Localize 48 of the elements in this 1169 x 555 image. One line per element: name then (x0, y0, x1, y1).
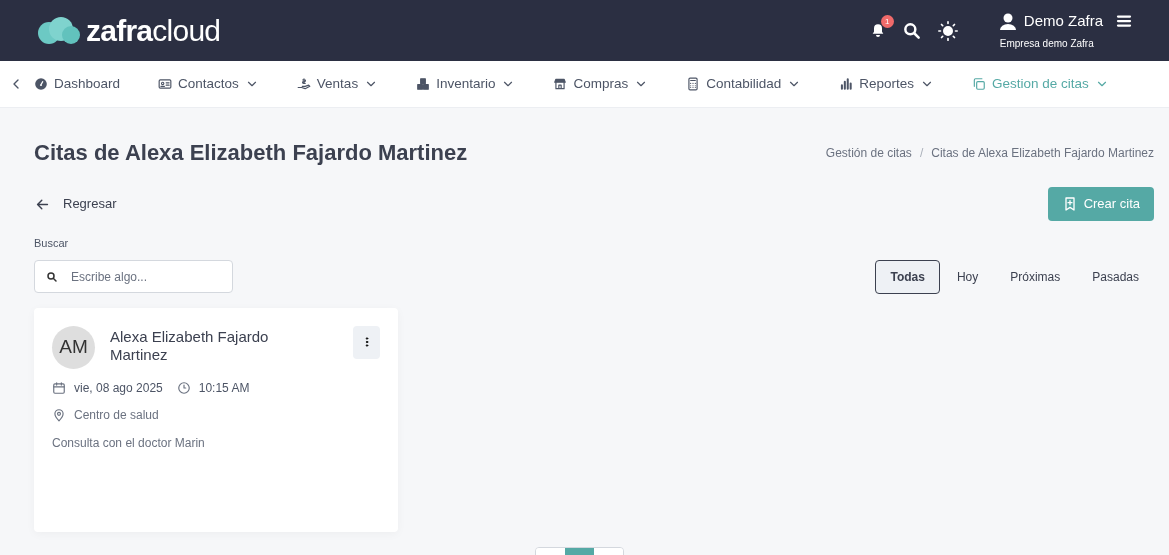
nav-item[interactable]: Contactos (158, 73, 259, 95)
back-button[interactable]: Regresar (34, 194, 117, 214)
user-name[interactable]: Demo Zafra (1023, 9, 1103, 33)
menu-icon (1115, 12, 1133, 30)
company-name: Empresa demo Zafra (999, 37, 1095, 52)
appointment-date: vie, 08 ago 2025 (74, 379, 163, 397)
copy-icon (972, 77, 987, 91)
search-icon (901, 20, 922, 41)
search-icon (46, 271, 58, 283)
location-pin-icon (52, 407, 66, 422)
nav-item[interactable]: Dashboard (34, 73, 121, 95)
nav-item[interactable]: Inventario (416, 73, 516, 95)
breadcrumb-separator: / (919, 144, 924, 162)
nav-item[interactable]: Contabilidad (686, 73, 802, 95)
hand-coin-icon (296, 77, 311, 91)
logo-text: zafracloud (86, 15, 221, 46)
nav-item[interactable]: Compras (553, 73, 649, 95)
gauge-icon (34, 77, 48, 91)
calendar-icon (52, 380, 66, 395)
appointment-note: Consulta con el doctor Marin (52, 434, 206, 452)
filter-tab[interactable]: Próximas (995, 259, 1076, 294)
contact-card-icon (158, 77, 173, 91)
clock-icon (176, 380, 191, 395)
appointment-place: Centro de salud (74, 406, 159, 424)
theme-toggle-button[interactable] (937, 20, 958, 41)
notification-badge: 1 (880, 14, 894, 28)
store-icon (553, 77, 568, 91)
nav-item[interactable]: Ventas (296, 73, 379, 95)
search-label: Buscar (34, 236, 70, 251)
calculator-icon (686, 77, 701, 91)
filter-tab[interactable]: Todas (875, 259, 940, 294)
page-title: Citas de Alexa Elizabeth Fajardo Martinez (34, 139, 468, 167)
user-icon (999, 12, 1016, 30)
appointment-time: 10:15 AM (198, 379, 250, 397)
filter-tab[interactable]: Pasadas (1077, 259, 1154, 294)
breadcrumb-item[interactable]: Gestión de citas (825, 143, 912, 162)
boxes-icon (416, 77, 431, 91)
menu-button[interactable] (1115, 12, 1133, 30)
avatar: AM (52, 325, 95, 369)
breadcrumb-item: Citas de Alexa Elizabeth Fajardo Martinez (931, 144, 1154, 162)
search-button[interactable] (901, 20, 922, 41)
filter-tab[interactable]: Hoy (941, 259, 994, 294)
search-field[interactable]: Escribe algo... (34, 260, 233, 293)
sun-icon (937, 20, 958, 41)
nav-item[interactable]: Reportes (839, 73, 935, 95)
cloud-logo-icon (36, 15, 82, 46)
patient-name: Alexa Elizabeth Fajardo Martinez (110, 326, 270, 364)
bar-chart-icon (839, 77, 854, 91)
